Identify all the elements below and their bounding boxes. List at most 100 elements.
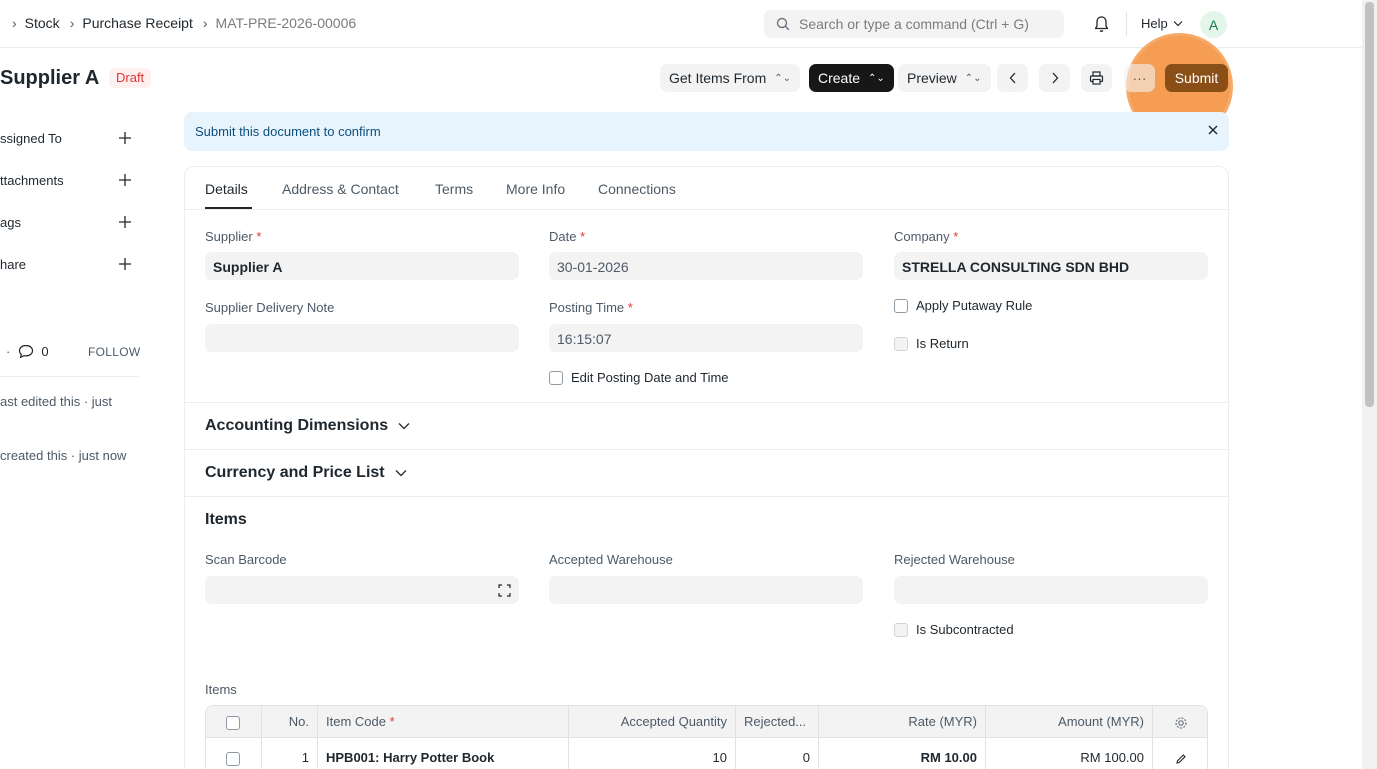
add-share-icon[interactable]: [117, 256, 133, 272]
supplier-delivery-note-label: Supplier Delivery Note: [205, 300, 335, 315]
table-row[interactable]: 1 HPB001: Harry Potter Book 10 0 RM 10.0…: [206, 738, 1207, 769]
dot-separator: ·: [6, 344, 11, 359]
column-settings[interactable]: [1153, 706, 1207, 738]
scrollbar-thumb[interactable]: [1365, 2, 1374, 407]
page-scrollbar[interactable]: [1362, 0, 1377, 769]
is-subcontracted-label: Is Subcontracted: [916, 622, 1014, 637]
row-select-checkbox[interactable]: [226, 751, 240, 766]
apply-putaway-rule-row[interactable]: Apply Putaway Rule: [894, 298, 1032, 313]
comment-counter[interactable]: · 0: [6, 344, 49, 359]
items-table: No. Item Code * Accepted Quantity Reject…: [205, 705, 1208, 769]
next-document-button[interactable]: [1039, 64, 1070, 92]
previous-document-button[interactable]: [997, 64, 1028, 92]
avatar[interactable]: A: [1200, 11, 1227, 38]
is-return-row[interactable]: Is Return: [894, 336, 969, 351]
column-accepted-quantity: Accepted Quantity: [569, 706, 736, 738]
sidebar-share: hare: [0, 257, 27, 272]
row-rate[interactable]: RM 10.00: [819, 738, 986, 769]
breadcrumb-document[interactable]: MAT-PRE-2026-00006: [216, 15, 357, 31]
row-accepted-quantity[interactable]: 10: [569, 738, 736, 769]
is-subcontracted-checkbox[interactable]: [894, 622, 908, 637]
row-rejected-quantity[interactable]: 0: [736, 738, 819, 769]
supplier-field[interactable]: Supplier A: [205, 252, 519, 280]
gear-icon[interactable]: [1174, 716, 1188, 730]
posting-time-label: Posting Time *: [549, 300, 633, 315]
up-down-chevron-icon: ⌃⌄: [868, 72, 885, 84]
row-item-code[interactable]: HPB001: Harry Potter Book: [318, 738, 569, 769]
items-table-label: Items: [205, 682, 237, 697]
breadcrumb-stock[interactable]: Stock: [25, 15, 60, 31]
scan-icon[interactable]: [498, 584, 511, 597]
date-field[interactable]: 30-01-2026: [549, 252, 863, 280]
currency-price-list-section[interactable]: Currency and Price List: [205, 464, 407, 482]
select-all-checkbox[interactable]: [226, 715, 240, 730]
posting-time-field[interactable]: 16:15:07: [549, 324, 863, 352]
alert-message: Submit this document to confirm: [195, 124, 381, 139]
supplier-delivery-note-field[interactable]: [205, 324, 519, 352]
supplier-label: Supplier *: [205, 229, 261, 244]
row-no: 1: [262, 738, 318, 769]
chevron-left-icon: [1009, 72, 1015, 84]
required-mark: *: [627, 300, 633, 315]
rejected-warehouse-field[interactable]: [894, 576, 1208, 604]
scan-barcode-field[interactable]: [205, 576, 519, 604]
tab-address-contact[interactable]: Address & Contact: [282, 181, 399, 197]
comment-count: 0: [41, 344, 49, 359]
navbar-divider: [1126, 12, 1127, 36]
add-assignee-icon[interactable]: [117, 130, 133, 146]
submit-alert: Submit this document to confirm: [184, 112, 1229, 151]
add-tag-icon[interactable]: [117, 214, 133, 230]
active-tab-indicator: [205, 207, 252, 209]
accepted-warehouse-label: Accepted Warehouse: [549, 552, 673, 567]
accepted-warehouse-field[interactable]: [549, 576, 863, 604]
close-icon[interactable]: [1207, 124, 1219, 136]
company-label: Company *: [894, 229, 958, 244]
bell-icon[interactable]: [1093, 15, 1110, 33]
apply-putaway-rule-checkbox[interactable]: [894, 298, 908, 313]
sidebar-tags: ags: [0, 215, 21, 230]
chevron-down-icon: [1173, 21, 1183, 27]
currency-price-list-title: Currency and Price List: [205, 464, 385, 481]
create-button[interactable]: Create ⌃⌄: [809, 64, 894, 92]
edit-posting-date-row[interactable]: Edit Posting Date and Time: [549, 370, 729, 385]
form-tabs: Details Address & Contact Terms More Inf…: [184, 167, 1229, 210]
add-attachment-icon[interactable]: [117, 172, 133, 188]
help-dropdown[interactable]: Help: [1141, 16, 1183, 31]
chevron-down-icon: [398, 423, 410, 430]
required-mark: *: [389, 714, 395, 729]
search-input[interactable]: Search or type a command (Ctrl + G): [764, 10, 1064, 38]
apply-putaway-rule-label: Apply Putaway Rule: [916, 298, 1033, 313]
pencil-icon[interactable]: [1175, 753, 1187, 765]
chevron-right-icon: ›: [12, 15, 17, 31]
preview-button[interactable]: Preview ⌃⌄: [898, 64, 991, 92]
column-rejected-quantity: Rejected...: [736, 706, 819, 738]
is-return-checkbox[interactable]: [894, 336, 908, 351]
more-actions-button[interactable]: ···: [1124, 64, 1155, 92]
date-label-text: Date: [549, 229, 577, 244]
print-button[interactable]: [1081, 64, 1112, 92]
tab-terms[interactable]: Terms: [435, 181, 473, 197]
edit-posting-date-checkbox[interactable]: [549, 370, 563, 385]
up-down-chevron-icon: ⌃⌄: [774, 72, 791, 84]
breadcrumb-purchase-receipt[interactable]: Purchase Receipt: [82, 15, 193, 31]
tab-more-info[interactable]: More Info: [506, 181, 565, 197]
sidebar-assigned-to: ssigned To: [0, 131, 62, 146]
submit-button[interactable]: Submit: [1165, 64, 1228, 92]
is-subcontracted-row[interactable]: Is Subcontracted: [894, 622, 1014, 637]
status-badge: Draft: [109, 68, 152, 88]
required-mark: *: [580, 229, 586, 244]
column-amount: Amount (MYR): [986, 706, 1153, 738]
chevron-right-icon: ›: [69, 15, 75, 31]
sidebar-divider: [0, 376, 139, 377]
row-edit-cell[interactable]: [1153, 738, 1207, 769]
get-items-from-button[interactable]: Get Items From ⌃⌄: [660, 64, 800, 92]
follow-button[interactable]: FOLLOW: [88, 345, 140, 359]
tab-details[interactable]: Details: [205, 181, 248, 197]
company-label-text: Company: [894, 229, 950, 244]
accounting-dimensions-section[interactable]: Accounting Dimensions: [205, 417, 410, 435]
tab-connections[interactable]: Connections: [598, 181, 676, 197]
company-field[interactable]: STRELLA CONSULTING SDN BHD: [894, 252, 1208, 280]
items-section-title: Items: [205, 511, 247, 528]
row-select-cell: [206, 738, 262, 769]
accounting-dimensions-title: Accounting Dimensions: [205, 417, 389, 434]
